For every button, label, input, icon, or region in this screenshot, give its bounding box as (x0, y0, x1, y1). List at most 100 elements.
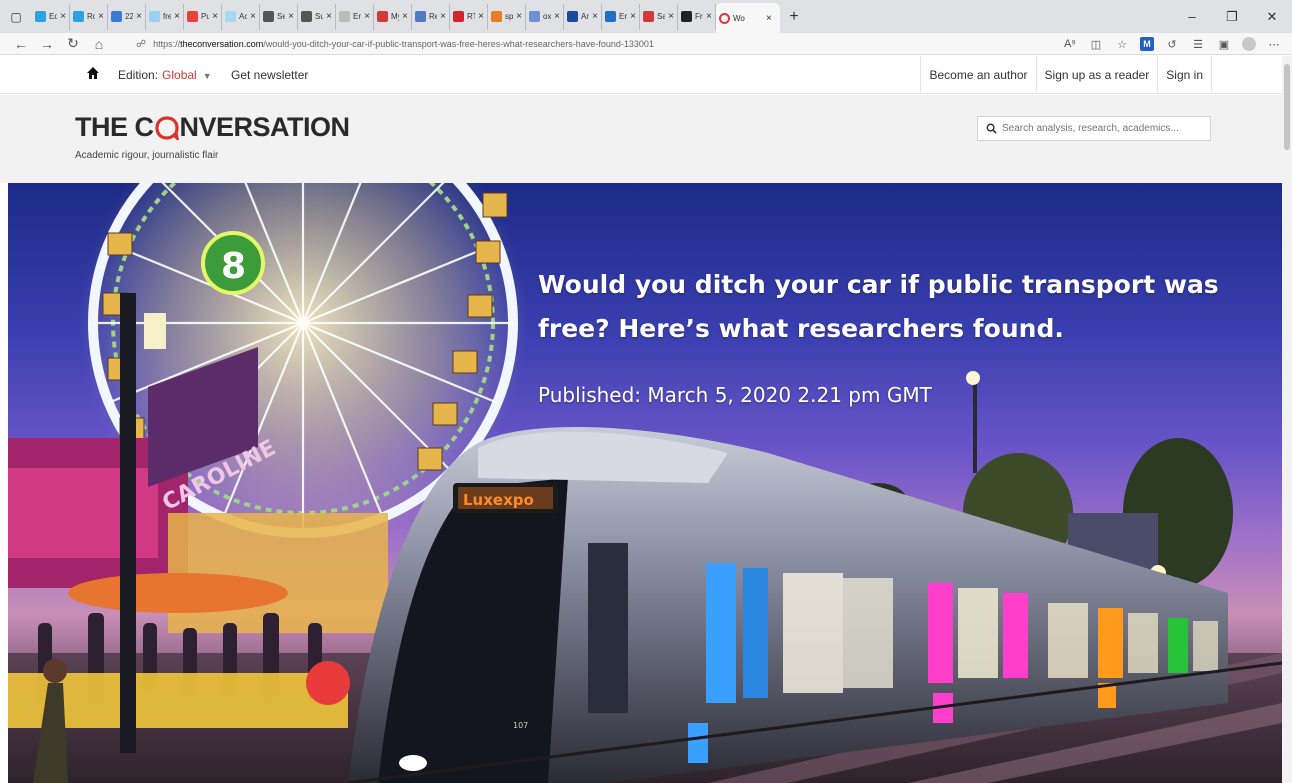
collections-icon[interactable]: ▣ (1216, 38, 1232, 51)
become-author-link[interactable]: Become an author (920, 56, 1035, 94)
tab-close-icon[interactable]: × (478, 11, 484, 22)
refresh-extension-icon[interactable]: ↺ (1164, 38, 1180, 51)
tab-label: Rec (429, 12, 437, 21)
tab-close-icon[interactable]: × (516, 11, 522, 22)
tab-close-icon[interactable]: × (136, 11, 142, 22)
tab-close-icon[interactable]: × (364, 11, 370, 22)
masthead: THE C NVERSATION Academic rigour, journa… (0, 95, 1282, 183)
profile-avatar[interactable] (1242, 37, 1256, 51)
browser-tab[interactable]: Ang× (564, 3, 602, 30)
tab-favicon-icon (187, 11, 198, 22)
minimize-icon[interactable]: – (1172, 0, 1212, 33)
browser-tab[interactable]: free× (146, 3, 184, 30)
tab-close-icon[interactable]: × (402, 11, 408, 22)
tab-close-icon[interactable]: × (554, 11, 560, 22)
browser-tab[interactable]: Ron× (70, 3, 108, 30)
tab-favicon-icon (719, 12, 730, 24)
browser-tab[interactable]: Acc× (222, 3, 260, 30)
home-browser-icon[interactable]: ⌂ (86, 36, 112, 52)
site-top-nav: Edition: Global ▼ Get newsletter Become an… (0, 56, 1292, 94)
tab-favicon-icon (453, 11, 464, 22)
browser-tab[interactable]: oxf× (526, 3, 564, 30)
browser-tab[interactable]: Edit× (32, 3, 70, 30)
logo-speech-bubble-icon (154, 115, 179, 140)
tab-close-icon[interactable]: × (766, 13, 772, 24)
tab-close-icon[interactable]: × (60, 11, 66, 22)
tagline: Academic rigour, journalistic flair (75, 150, 219, 161)
tab-label: Sev (277, 12, 285, 21)
tab-label: RTL (467, 12, 475, 21)
tab-close-icon[interactable]: × (440, 11, 446, 22)
tab-close-icon[interactable]: × (250, 11, 256, 22)
browser-toolbar: A⁹ ◫ ☆ M ↺ ☰ ▣ ⋯ (1062, 33, 1282, 55)
tab-label: Ang (581, 12, 589, 21)
favorites-list-icon[interactable]: ☰ (1190, 38, 1206, 51)
tab-favicon-icon (681, 11, 692, 22)
close-window-icon[interactable]: ✕ (1252, 0, 1292, 33)
browser-tab[interactable]: Sun× (298, 3, 336, 30)
tab-close-icon[interactable]: × (98, 11, 104, 22)
address-bar: ← → ↻ ⌂ ☍ https://theconversation.com/wo… (0, 33, 1292, 55)
tab-favicon-icon (263, 11, 274, 22)
tab-close-icon[interactable]: × (668, 11, 674, 22)
new-tab-button[interactable]: + (780, 8, 808, 26)
browser-tab[interactable]: Fre× (678, 3, 716, 30)
tab-close-icon[interactable]: × (592, 11, 598, 22)
newsletter-link[interactable]: Get newsletter (231, 68, 308, 82)
url-field[interactable]: ☍ https://theconversation.com/would-you-… (136, 34, 1016, 54)
tab-close-icon[interactable]: × (706, 11, 712, 22)
browser-tab[interactable]: RTL× (450, 3, 488, 30)
browser-tab[interactable]: spe× (488, 3, 526, 30)
active-browser-tab[interactable]: Wo × (716, 3, 780, 33)
tab-close-icon[interactable]: × (326, 11, 332, 22)
tab-favicon-icon (73, 11, 84, 22)
edition-label: Edition: (118, 68, 159, 82)
home-icon[interactable] (86, 66, 100, 80)
browser-tab[interactable]: Rec× (412, 3, 450, 30)
more-menu-icon[interactable]: ⋯ (1266, 38, 1282, 51)
sign-up-reader-link[interactable]: Sign up as a reader (1035, 56, 1158, 94)
browser-tab[interactable]: Sev× (260, 3, 298, 30)
tab-label: My (391, 12, 399, 21)
hero-image: 8 CAROLINE Luxexpo 107 Would you ditch y… (8, 183, 1282, 783)
tab-label: spe (505, 12, 514, 21)
tab-close-icon[interactable]: × (212, 11, 218, 22)
site-search[interactable] (977, 116, 1211, 141)
tab-label: Acc (239, 12, 247, 21)
extension-m-icon[interactable]: M (1140, 37, 1154, 51)
tab-close-icon[interactable]: × (288, 11, 294, 22)
tab-actions-icon[interactable]: ▢ (0, 0, 32, 33)
tab-label: Edit (49, 12, 57, 21)
browser-tab[interactable]: 222× (108, 3, 146, 30)
tab-favicon-icon (339, 11, 350, 22)
scrollbar-thumb[interactable] (1284, 64, 1290, 150)
article-headline: Would you ditch your car if public trans… (538, 270, 1219, 343)
favorite-star-icon[interactable]: ☆ (1114, 38, 1130, 51)
reload-icon[interactable]: ↻ (60, 35, 86, 52)
tab-close-icon[interactable]: × (174, 11, 180, 22)
site-logo[interactable]: THE C NVERSATION (75, 112, 350, 143)
browser-tab[interactable]: Sat× (640, 3, 678, 30)
edition-selector[interactable]: Edition: Global ▼ (118, 68, 212, 82)
browser-tab[interactable]: My× (374, 3, 412, 30)
search-input[interactable] (1002, 123, 1202, 134)
tab-label: Env (353, 12, 361, 21)
window-controls: – ❐ ✕ (1172, 0, 1292, 33)
browser-tab[interactable]: Ema× (602, 3, 640, 30)
tab-favicon-icon (225, 11, 236, 22)
back-icon[interactable]: ← (8, 36, 34, 52)
caret-down-icon: ▼ (202, 71, 212, 81)
tab-favicon-icon (605, 11, 616, 22)
app-available-icon[interactable]: ◫ (1088, 38, 1104, 51)
account-links: Become an author Sign up as a reader Sig… (920, 56, 1212, 94)
tab-close-icon[interactable]: × (630, 11, 636, 22)
page-scrollbar[interactable] (1282, 56, 1292, 783)
browser-tab[interactable]: Env× (336, 3, 374, 30)
restore-icon[interactable]: ❐ (1212, 0, 1252, 33)
read-aloud-icon[interactable]: A⁹ (1062, 38, 1078, 50)
url-path: /would-you-ditch-your-car-if-public-tran… (263, 39, 654, 49)
sign-in-link[interactable]: Sign in (1157, 56, 1212, 94)
browser-tab[interactable]: Pub× (184, 3, 222, 30)
tab-label: Ron (87, 12, 95, 21)
forward-icon[interactable]: → (34, 36, 60, 52)
